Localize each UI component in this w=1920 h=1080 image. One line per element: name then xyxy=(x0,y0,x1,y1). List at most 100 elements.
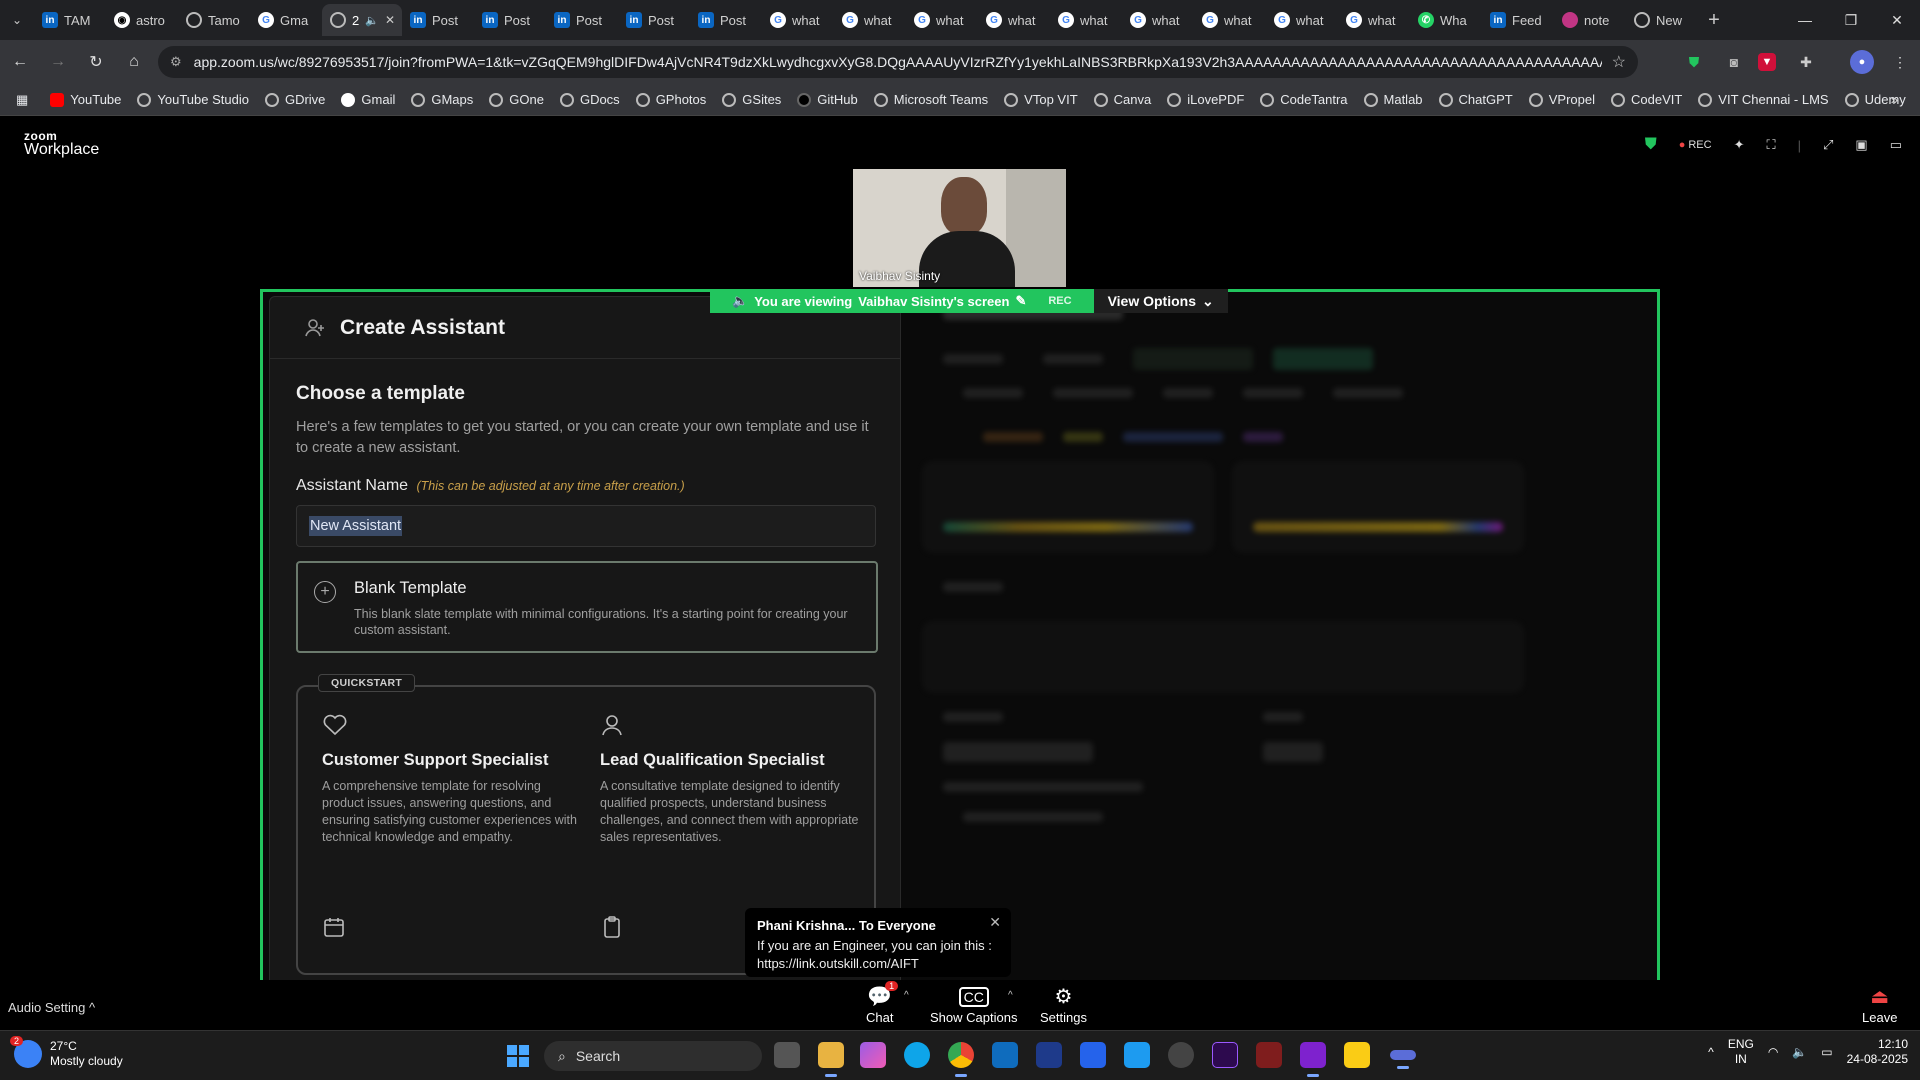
view-options-button[interactable]: View Options ⌄ xyxy=(1093,289,1228,313)
browser-tab[interactable]: New xyxy=(1626,4,1698,36)
reload-icon[interactable]: ↻ xyxy=(78,44,114,80)
minimize-icon[interactable]: — xyxy=(1782,0,1828,40)
assistant-name-input[interactable]: New Assistant xyxy=(296,505,876,547)
home-icon[interactable]: ⌂ xyxy=(116,44,152,80)
chat-options-caret-icon[interactable]: ^ xyxy=(904,990,909,1001)
language-indicator[interactable]: ENG IN xyxy=(1728,1037,1754,1067)
close-icon[interactable]: ✕ xyxy=(989,914,1001,931)
browser-tab[interactable]: Gwhat xyxy=(906,4,978,36)
windows-start-icon[interactable] xyxy=(507,1045,529,1067)
browser-tab[interactable]: Tamo xyxy=(178,4,250,36)
edge-icon[interactable] xyxy=(904,1042,930,1068)
browser-tab[interactable]: G Gma xyxy=(250,4,322,36)
volume-icon[interactable]: 🔈 xyxy=(1792,1045,1807,1059)
browser-tab[interactable]: in Post xyxy=(402,4,474,36)
app-icon-red[interactable] xyxy=(1256,1042,1282,1068)
app-icon[interactable] xyxy=(1168,1042,1194,1068)
browser-tab[interactable]: 2 🔈 ✕ xyxy=(322,4,402,36)
browser-tab[interactable]: Gwhat xyxy=(1050,4,1122,36)
bookmark-item[interactable]: GPhotos xyxy=(628,86,715,114)
window-layout-icon[interactable]: ▣ xyxy=(1855,137,1867,153)
taskbar-search-box[interactable]: ⌕ Search xyxy=(544,1041,762,1071)
extensions-puzzle-icon[interactable]: ✚ xyxy=(1794,50,1818,74)
browser-tab[interactable]: Gwhat xyxy=(1194,4,1266,36)
ai-companion-icon[interactable]: ✦ xyxy=(1734,137,1745,153)
participant-video-tile[interactable]: Vaibhav Sisinty xyxy=(853,169,1066,287)
chrome-icon[interactable] xyxy=(948,1042,974,1077)
clock[interactable]: 12:10 24-08-2025 xyxy=(1847,1037,1908,1067)
close-tab-icon[interactable]: ✕ xyxy=(385,13,395,27)
template-card-lead-qualification[interactable]: Lead Qualification Specialist A consulta… xyxy=(600,713,860,846)
bookmark-item[interactable]: VPropel xyxy=(1521,86,1603,114)
fullscreen-icon[interactable]: ⤢ xyxy=(1823,137,1833,153)
browser-tab[interactable]: in Post xyxy=(474,4,546,36)
bookmark-item[interactable]: ChatGPT xyxy=(1431,86,1521,114)
back-icon[interactable]: ← xyxy=(2,44,38,80)
file-explorer-icon[interactable] xyxy=(818,1042,844,1077)
encryption-shield-icon[interactable]: ⛊ xyxy=(1645,136,1657,154)
bookmark-item[interactable]: CodeVIT xyxy=(1603,86,1690,114)
browser-tab[interactable]: Gwhat xyxy=(834,4,906,36)
browser-tab[interactable]: ✆ Wha xyxy=(1410,4,1482,36)
browser-tab[interactable]: Gwhat xyxy=(1338,4,1410,36)
close-window-icon[interactable]: ✕ xyxy=(1874,0,1920,40)
task-view-icon[interactable] xyxy=(774,1042,800,1068)
bookmark-item[interactable]: GDocs xyxy=(552,86,628,114)
wifi-icon[interactable]: ◠ xyxy=(1768,1045,1778,1059)
tab-audio-icon[interactable]: 🔈 xyxy=(365,14,379,27)
store-icon[interactable] xyxy=(1036,1042,1062,1068)
browser-tab[interactable]: Gwhat xyxy=(978,4,1050,36)
browser-menu-icon[interactable]: ⋮ xyxy=(1888,50,1912,74)
audio-setting-button[interactable]: Audio Setting ^ xyxy=(8,1000,95,1015)
premiere-icon[interactable] xyxy=(1212,1042,1238,1068)
bookmark-item[interactable]: Udemy xyxy=(1837,86,1914,114)
vscode-icon[interactable] xyxy=(1124,1042,1150,1068)
bookmark-star-icon[interactable]: ☆ xyxy=(1612,52,1626,72)
chat-button[interactable]: 💬 1 Chat xyxy=(866,981,899,1025)
bookmark-item[interactable]: YouTube xyxy=(42,86,129,114)
bookmark-item[interactable]: GMaps xyxy=(403,86,481,114)
bookmark-item[interactable]: GOne xyxy=(481,86,552,114)
browser-tab[interactable]: Gwhat xyxy=(762,4,834,36)
bookmark-item[interactable]: GDrive xyxy=(257,86,333,114)
browser-tab[interactable]: ◉ astro xyxy=(106,4,178,36)
forward-icon[interactable]: → xyxy=(40,44,76,80)
onenote-icon[interactable] xyxy=(1300,1042,1326,1077)
profile-avatar-icon[interactable]: ● xyxy=(1850,50,1874,74)
site-info-icon[interactable]: ⚙ xyxy=(170,54,182,70)
bookmark-item[interactable]: Microsoft Teams xyxy=(866,86,996,114)
tab-search-icon[interactable]: ⌄ xyxy=(0,0,34,40)
browser-tab[interactable]: in Post xyxy=(690,4,762,36)
bookmark-item[interactable]: Gmail xyxy=(333,86,403,114)
teams-icon[interactable] xyxy=(1080,1042,1106,1068)
focus-icon[interactable]: ⛶ xyxy=(1767,137,1776,153)
chevron-up-icon[interactable]: ^ xyxy=(1708,1045,1714,1059)
zoom-app-icon[interactable] xyxy=(1390,1050,1416,1069)
recording-indicator[interactable]: REC xyxy=(1679,139,1711,151)
weather-widget[interactable]: 2 27°C Mostly cloudy xyxy=(10,1036,123,1069)
leave-button[interactable]: ⏏ Leave xyxy=(1862,984,1897,1025)
browser-tab[interactable]: Gwhat xyxy=(1122,4,1194,36)
bookmark-item[interactable]: GitHub xyxy=(789,86,865,114)
bookmark-item[interactable]: iLovePDF xyxy=(1159,86,1252,114)
url-input[interactable]: ⚙ app.zoom.us/wc/89276953517/join?fromPW… xyxy=(158,46,1638,78)
shield-extension-icon[interactable]: ⛊ xyxy=(1682,50,1706,74)
bookmark-item[interactable]: VIT Chennai - LMS xyxy=(1690,86,1836,114)
bookmark-item[interactable]: CodeTantra xyxy=(1252,86,1355,114)
bookmark-item[interactable]: YouTube Studio xyxy=(129,86,257,114)
restore-icon[interactable]: ❐ xyxy=(1828,0,1874,40)
pocket-extension-icon[interactable]: ▼ xyxy=(1758,53,1776,71)
bookmarks-overflow-icon[interactable]: » xyxy=(1891,92,1898,107)
camera-extension-icon[interactable]: ◙ xyxy=(1722,50,1746,74)
battery-icon[interactable]: ▭ xyxy=(1821,1045,1832,1059)
captions-button[interactable]: CC Show Captions xyxy=(930,984,1017,1025)
browser-tab[interactable]: in Post xyxy=(618,4,690,36)
copilot-icon[interactable] xyxy=(860,1042,886,1068)
view-layout-icon[interactable]: ▭ xyxy=(1890,137,1902,153)
browser-tab[interactable]: in Feed xyxy=(1482,4,1554,36)
template-card-scheduling[interactable] xyxy=(322,915,582,953)
apps-grid-icon[interactable]: ▦ xyxy=(8,86,42,114)
captions-options-caret-icon[interactable]: ^ xyxy=(1008,990,1013,1001)
sticky-notes-icon[interactable] xyxy=(1344,1042,1370,1068)
browser-tab[interactable]: in Post xyxy=(546,4,618,36)
